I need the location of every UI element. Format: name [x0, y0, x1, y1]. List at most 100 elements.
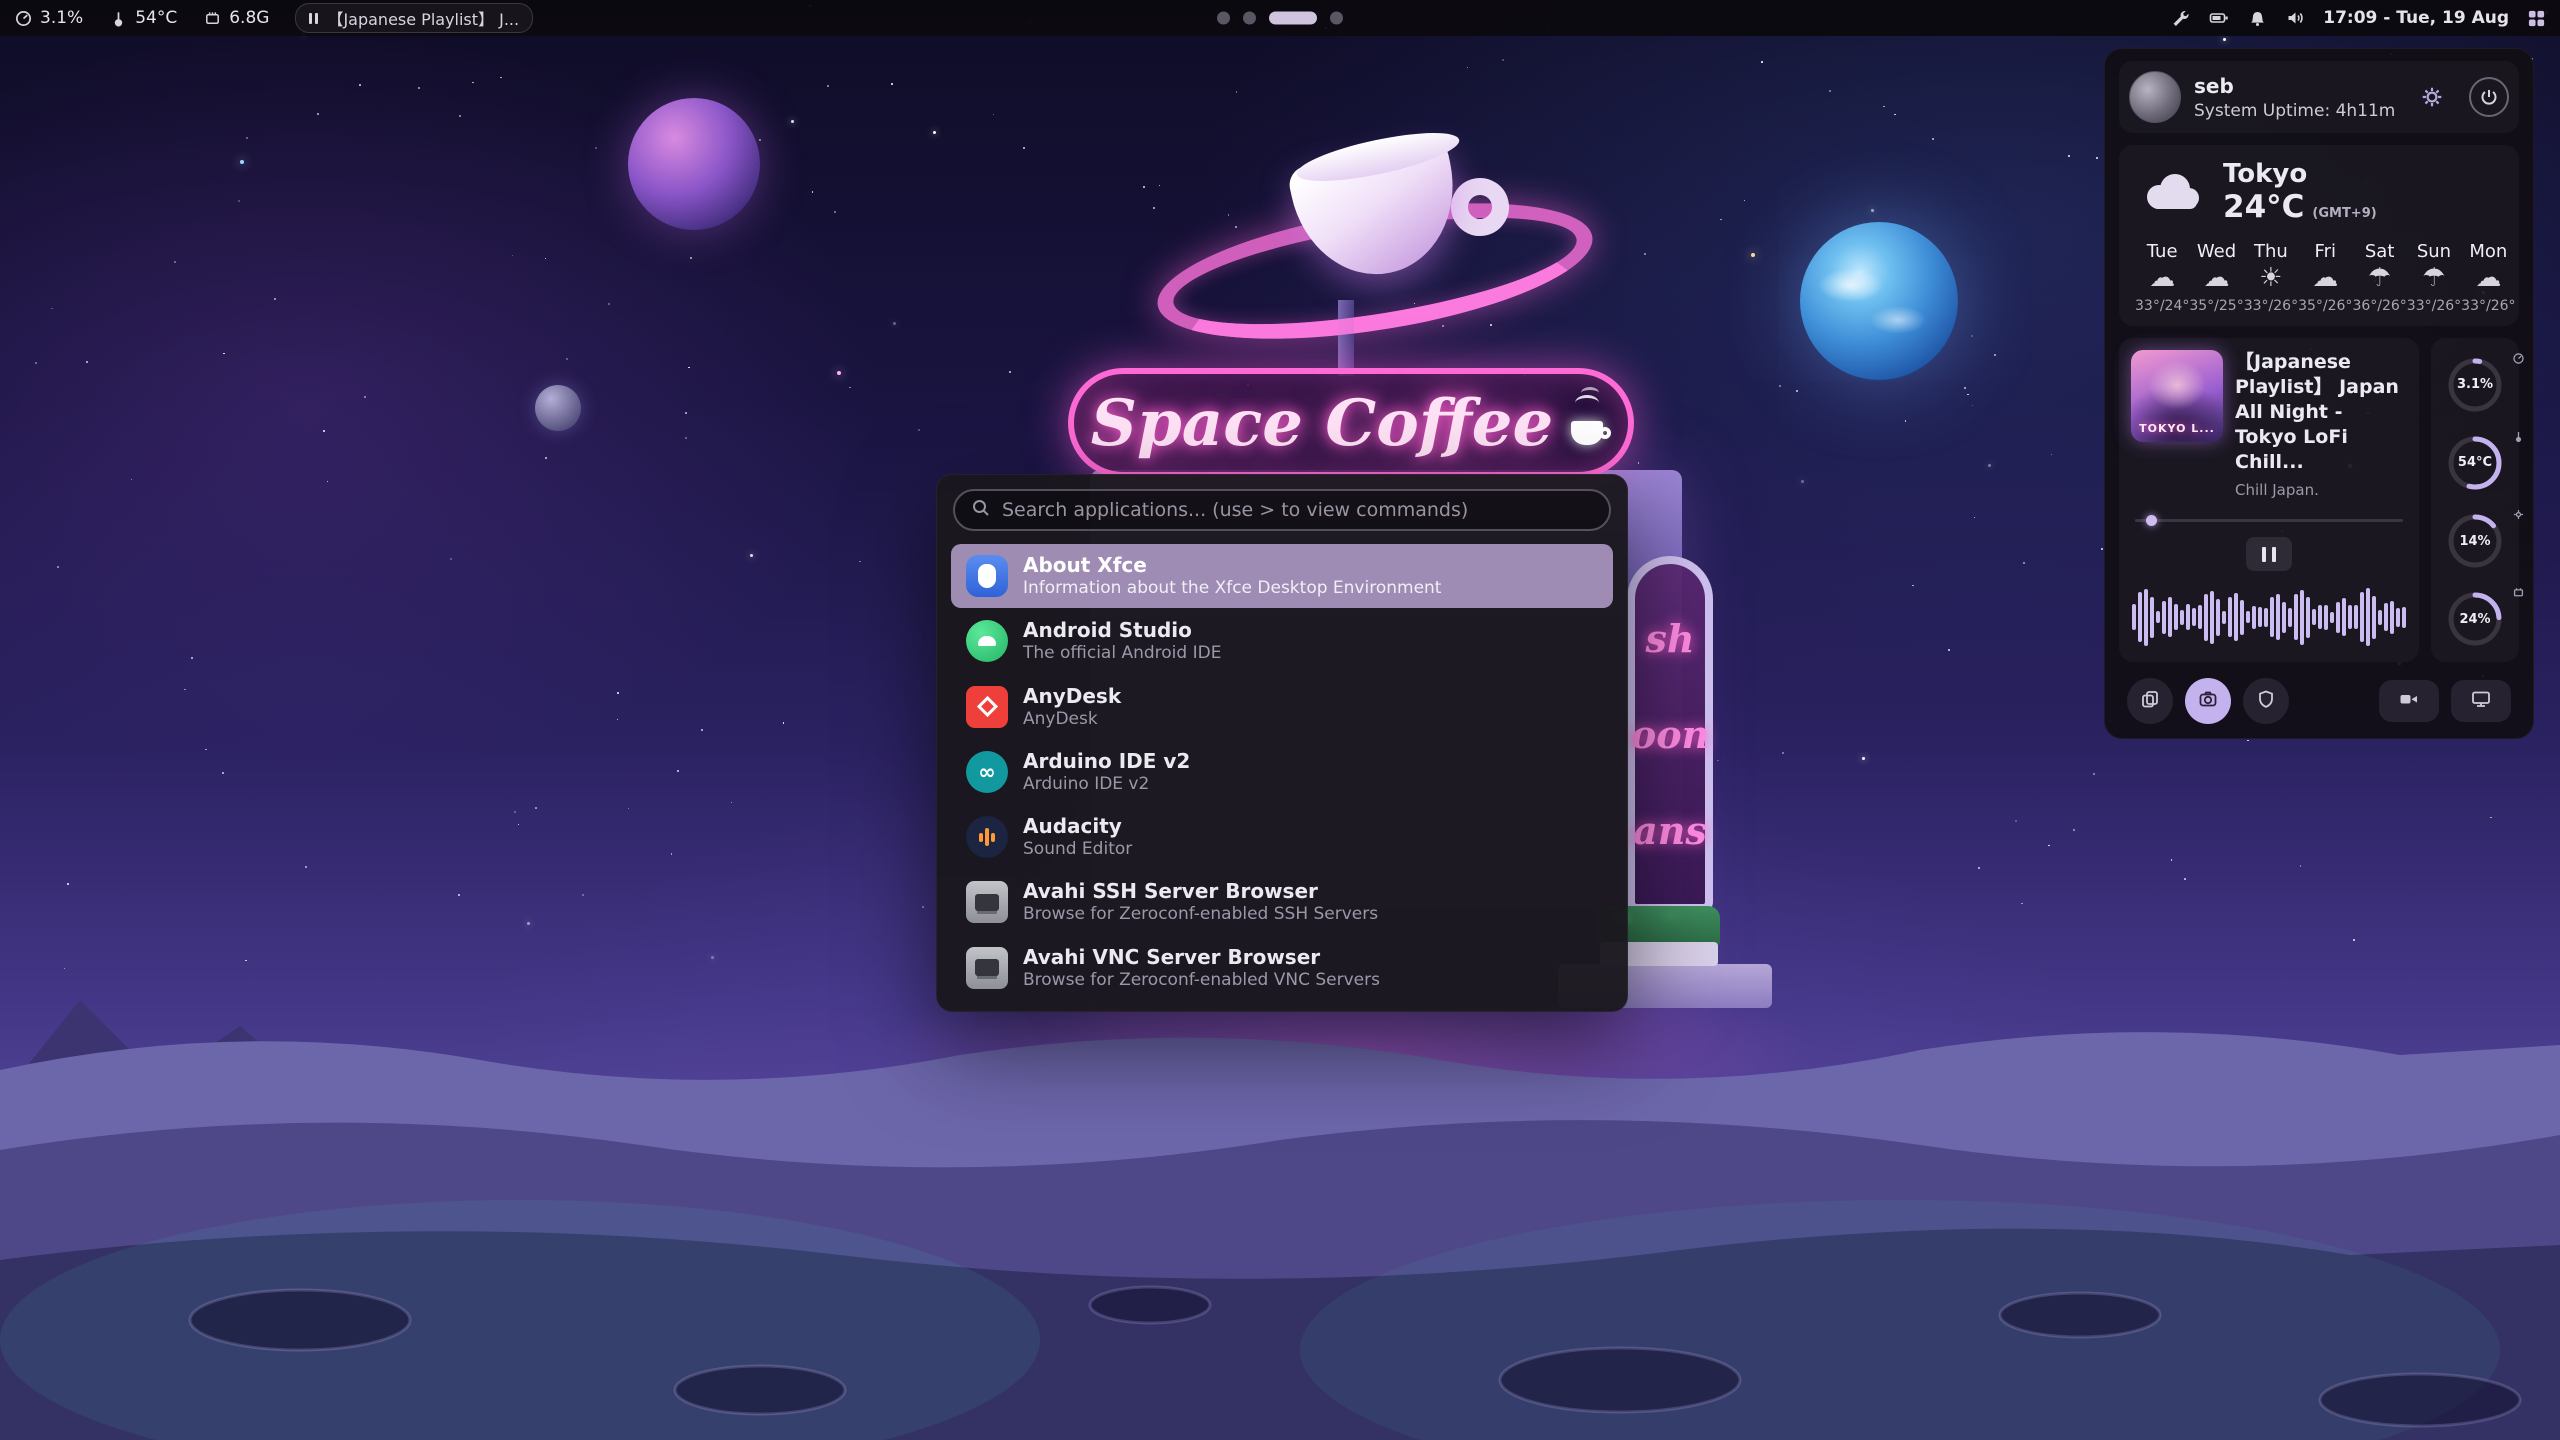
android-studio-icon	[966, 620, 1008, 662]
display-icon	[2470, 689, 2492, 713]
app-title: Arduino IDE v2	[1023, 749, 1190, 774]
settings-gear-icon[interactable]	[2420, 85, 2444, 109]
arduino-icon: ∞	[966, 751, 1008, 793]
temp-gauge: 54°C	[2442, 426, 2508, 496]
app-row-avahi-ssh[interactable]: Avahi SSH Server Browser Browse for Zero…	[951, 870, 1613, 934]
volume-icon[interactable]	[2285, 8, 2305, 28]
media-progress-bar[interactable]	[2135, 515, 2403, 525]
temp-indicator[interactable]: 54°C	[109, 8, 177, 28]
system-stats-card: 3.1% 54°C 14% 24%	[2431, 338, 2519, 662]
xfce-icon	[966, 555, 1008, 597]
top-bar: 3.1% 54°C 6.8G 【Japanese Playlist】 J...	[0, 0, 2560, 36]
display-button[interactable]	[2451, 680, 2511, 722]
shield-button[interactable]	[2243, 678, 2289, 724]
pause-icon	[309, 13, 318, 24]
app-desc: AnyDesk	[1023, 709, 1121, 730]
media-widget-label: 【Japanese Playlist】 J...	[327, 6, 519, 30]
moon-terrain	[0, 960, 2560, 1440]
progress-handle[interactable]	[2146, 515, 2157, 526]
tools-icon[interactable]	[2170, 8, 2190, 28]
earth-planet	[1800, 222, 1958, 380]
thermometer-icon	[109, 9, 128, 28]
window-neon-text: oon	[1631, 712, 1709, 757]
power-button[interactable]	[2469, 77, 2509, 117]
media-title: 【Japanese Playlist】 Japan	[2235, 350, 2407, 400]
clipboard-icon	[2140, 689, 2160, 713]
clock[interactable]: 17:09 - Tue, 19 Aug	[2323, 8, 2509, 28]
video-camera-icon	[2398, 689, 2420, 713]
search-input[interactable]	[1002, 499, 1593, 521]
uptime-label: System Uptime: 4h11m	[2194, 101, 2407, 121]
window-neon-text: sh	[1645, 616, 1694, 661]
app-title: Audacity	[1023, 814, 1132, 839]
side-panel: seb System Uptime: 4h11m Tokyo 24°C (GMT…	[2104, 48, 2534, 739]
workspace-dot[interactable]	[1217, 12, 1230, 25]
anydesk-icon	[966, 686, 1008, 728]
shield-icon	[2256, 689, 2276, 713]
app-row-about-xfce[interactable]: About Xfce Information about the Xfce De…	[951, 544, 1613, 608]
notification-bell-icon[interactable]	[2248, 9, 2267, 28]
app-grid-icon[interactable]	[2527, 9, 2546, 28]
weather-city: Tokyo	[2223, 159, 2377, 189]
app-row-audacity[interactable]: Audacity Sound Editor	[951, 805, 1613, 869]
app-desc: Arduino IDE v2	[1023, 774, 1190, 795]
neon-sign: Space Coffee	[1068, 368, 1634, 478]
pause-button[interactable]	[2246, 537, 2292, 571]
panel-button-row	[2119, 674, 2519, 726]
umbrella-icon: ☂	[2352, 262, 2406, 296]
search-bar	[953, 489, 1611, 531]
media-widget[interactable]: 【Japanese Playlist】 J...	[295, 3, 533, 33]
workspace-dot[interactable]	[1330, 12, 1343, 25]
app-desc: Browse for Zeroconf-enabled VNC Servers	[1023, 970, 1380, 991]
workspace-dot[interactable]	[1243, 12, 1256, 25]
app-row-android-studio[interactable]: Android Studio The official Android IDE	[951, 609, 1613, 673]
album-art-label: TOKYO L...	[2131, 422, 2223, 435]
memory-stat-value: 24%	[2444, 588, 2506, 650]
media-subtitle: Chill Japan.	[2235, 481, 2407, 499]
forecast-day: Fri☁35°/26°	[2298, 241, 2352, 314]
cpu-indicator[interactable]: 3.1%	[14, 8, 83, 28]
waveform	[2131, 584, 2407, 650]
app-row-anydesk[interactable]: AnyDesk AnyDesk	[951, 675, 1613, 739]
camera-icon	[2198, 689, 2218, 713]
memory-icon	[203, 9, 222, 28]
avahi-icon	[966, 881, 1008, 923]
cloud-icon	[2139, 167, 2205, 217]
forecast-day: Thu☀33°/26°	[2244, 241, 2298, 314]
cloud-icon: ☁	[2461, 262, 2515, 296]
cloud-icon: ☁	[2189, 262, 2243, 296]
battery-icon[interactable]	[2208, 8, 2230, 28]
app-desc: Browse for Zeroconf-enabled SSH Servers	[1023, 904, 1378, 925]
floating-saturn-cup	[1155, 138, 1595, 373]
app-launcher: About Xfce Information about the Xfce De…	[936, 474, 1628, 1012]
window-neon-text: ans	[1633, 808, 1707, 853]
audacity-icon	[966, 816, 1008, 858]
shop-window: sh oon ans	[1627, 556, 1713, 912]
weather-timezone: (GMT+9)	[2312, 206, 2376, 221]
sun-icon: ☀	[2244, 262, 2298, 296]
screen-record-button[interactable]	[2379, 680, 2439, 722]
app-row-arduino[interactable]: ∞ Arduino IDE v2 Arduino IDE v2	[951, 740, 1613, 804]
cpu-value: 3.1%	[40, 8, 83, 28]
neon-sign-text: Space Coffee	[1091, 386, 1553, 461]
memory-indicator[interactable]: 6.8G	[203, 8, 269, 28]
forecast-day: Sun☂33°/26°	[2407, 241, 2461, 314]
temp-value: 54°C	[135, 8, 177, 28]
clipboard-button[interactable]	[2127, 678, 2173, 724]
cpu-gauge: 3.1%	[2442, 348, 2508, 418]
search-icon	[971, 498, 991, 522]
app-desc: Information about the Xfce Desktop Envir…	[1023, 578, 1441, 599]
workspace-dot-active[interactable]	[1269, 12, 1317, 25]
avahi-icon	[966, 947, 1008, 989]
app-row-avahi-vnc[interactable]: Avahi VNC Server Browser Browse for Zero…	[951, 936, 1613, 1000]
memory-value: 6.8G	[229, 8, 269, 28]
cpu-stat-value: 3.1%	[2444, 354, 2506, 416]
forecast-day: Mon☁33°/26°	[2461, 241, 2515, 314]
screenshot-button[interactable]	[2185, 678, 2231, 724]
profile-card: seb System Uptime: 4h11m	[2119, 61, 2519, 133]
app-title: About Xfce	[1023, 553, 1441, 578]
small-moon	[535, 385, 581, 431]
avatar[interactable]	[2129, 71, 2181, 123]
workspace-indicator	[1217, 12, 1343, 25]
forecast-day: Sat☂36°/26°	[2352, 241, 2406, 314]
